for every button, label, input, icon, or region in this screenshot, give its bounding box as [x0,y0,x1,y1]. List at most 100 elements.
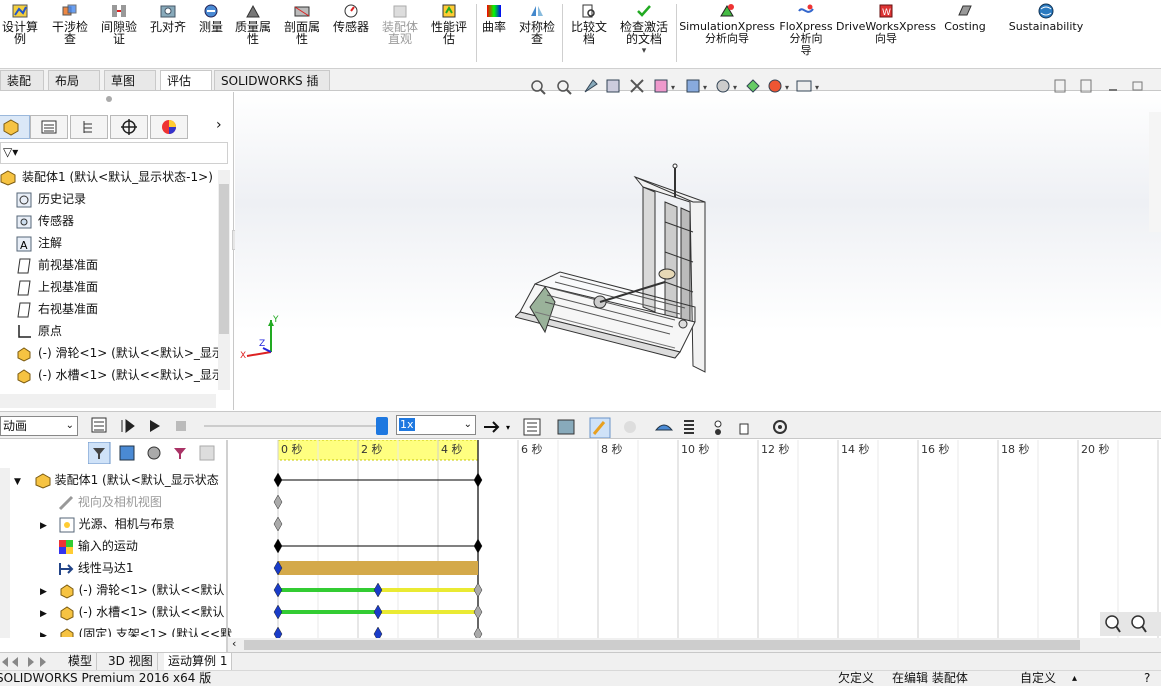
interference-detection-button[interactable]: 干涉检 查 [48,0,92,66]
chevron-down-icon[interactable]: ▾ [642,45,647,57]
playback-speed-select[interactable]: 1x ⌄ [396,415,476,435]
motion-row-imported-motion[interactable]: 输入的运动 [58,535,138,557]
timeline-tick-label[interactable]: 16 秒 [921,442,950,456]
component-motion-bar[interactable] [278,610,378,614]
keyframe[interactable] [273,626,283,638]
tab-assembly[interactable]: 装配体 [0,70,44,108]
timeline-tick-label[interactable]: 6 秒 [521,442,543,456]
view-toolbar-icons[interactable]: ▾ ▾ ▾ ▾ ▾ [527,76,897,98]
simulationxpress-button[interactable]: SimulationXpress 分析向导 [679,0,775,66]
driveworksxpress-button[interactable]: W DriveWorksXpress 向导 [836,0,936,66]
tree-filter[interactable]: ▽▾ [0,142,228,164]
timeline-tick-label[interactable]: 18 秒 [1001,442,1030,456]
performance-evaluation-button[interactable]: 性能评 估 [426,0,472,66]
hole-alignment-button[interactable]: 孔对齐 [146,0,190,66]
tab-evaluate[interactable]: 评估 [160,70,212,90]
mass-properties-button[interactable]: 质量属 性 [230,0,276,66]
keyframe[interactable] [473,604,483,620]
study-type-select[interactable]: 动画 ⌄ [0,416,78,436]
tree-item-pulley[interactable]: (-) 滑轮<1> (默认<<默认>_显示 [16,343,224,363]
component-motion-bar[interactable] [378,610,478,614]
feature-manager-tab[interactable] [0,115,30,139]
expand-icon[interactable]: ▶ [40,521,47,531]
timeline-horizontal-scrollbar[interactable]: ‹ [228,637,1161,652]
tree-item-sink[interactable]: (-) 水槽<1> (默认<<默认>_显示 [16,365,224,385]
symmetry-check-button[interactable]: 对称检 查 [514,0,560,66]
timeline-tick-label[interactable]: 12 秒 [761,442,790,456]
tab-motion-study-1[interactable]: 运动算例 1 [164,653,233,670]
panel-grip-icon[interactable] [106,96,112,102]
section-properties-button[interactable]: 剖面属 性 [280,0,324,66]
chevron-right-icon[interactable]: › [216,117,222,133]
tree-scrollbar[interactable] [218,170,230,390]
measure-button[interactable]: 测量 [194,0,228,66]
motion-row-linear-motor[interactable]: 线性马达1 [58,557,133,579]
motion-row-bracket[interactable]: ▶ (固定) 支架<1> (默认<<默 [40,623,232,637]
timeline-filter-icons[interactable] [88,442,228,464]
keyframe[interactable] [273,604,283,620]
sensor-button[interactable]: 传感器 [328,0,374,66]
status-units[interactable]: 自定义 [1020,671,1056,686]
motion-row-assembly[interactable]: ▼ 装配体1 (默认<默认_显示状态 [14,469,219,491]
tree-horizontal-scrollbar[interactable] [0,394,216,408]
tab-sketch[interactable]: 草图 [104,70,156,90]
assembly-visualization-button[interactable]: 装配体 直观 [378,0,422,66]
motion-row-sink[interactable]: ▶ (-) 水槽<1> (默认<<默认 [40,601,224,623]
sustainability-button[interactable]: Sustainability [1004,0,1088,66]
help-icon[interactable]: ? [1144,671,1150,686]
keyframe[interactable] [473,626,483,638]
timeline-tick-label[interactable]: 14 秒 [841,442,870,456]
configuration-manager-tab[interactable] [70,115,108,139]
motion-tree-scrollbar[interactable] [0,468,10,638]
assembly-3d-model[interactable] [515,162,735,377]
keyframe[interactable] [273,538,283,554]
timeline-tick-label[interactable]: 20 秒 [1081,442,1110,456]
timeline-tick-label[interactable]: 8 秒 [601,442,623,456]
timeline-svg[interactable]: 0 秒 2 秒 4 秒 6 秒 8 秒 10 秒 12 秒 14 秒 16 秒 18 秒 20 秒 [228,440,1161,638]
expand-icon[interactable]: ▶ [40,631,47,637]
costing-button[interactable]: Costing [940,0,990,66]
tree-item-top-plane[interactable]: 上视基准面 [16,277,98,297]
keyframe[interactable] [273,582,283,598]
display-manager-tab[interactable] [150,115,188,139]
playback-slider-thumb[interactable] [376,417,388,435]
graphics-viewport[interactable]: ▾ ▾ ▾ ▾ ▾ X Y Z [235,79,1161,410]
tab-scroll-icons[interactable] [0,655,58,669]
viewport-task-pane-tab[interactable] [1149,112,1161,232]
linear-motor-bar[interactable] [278,561,478,575]
expand-icon[interactable]: ▶ [40,609,47,619]
tab-3d-views[interactable]: 3D 视图 [104,653,158,670]
tree-item-history[interactable]: 历史记录 [16,189,86,209]
motion-tools-icons[interactable]: ▾ [482,416,798,438]
tree-item-sensors[interactable]: 传感器 [16,211,74,231]
keyframe[interactable] [373,626,383,638]
tree-item-annotations[interactable]: A 注解 [16,233,62,253]
keyframe[interactable] [273,472,283,488]
property-manager-tab[interactable] [30,115,68,139]
design-study-button[interactable]: 设计算 例 [0,0,40,66]
timeline-tick-label[interactable]: 10 秒 [681,442,710,456]
tab-model[interactable]: 模型 [64,653,98,670]
tab-solidworks-addins[interactable]: SOLIDWORKS 插件 [214,70,330,108]
expand-icon[interactable]: ▶ [40,587,47,597]
keyframe[interactable] [373,582,383,598]
keyframe[interactable] [273,516,283,532]
keyframe[interactable] [473,582,483,598]
playback-slider-track[interactable] [204,425,382,427]
expand-icon[interactable]: ▼ [14,477,21,487]
compare-documents-button[interactable]: 比较文 档 [566,0,612,66]
chevron-left-icon[interactable]: ‹ [232,637,236,650]
tree-item-front-plane[interactable]: 前视基准面 [16,255,98,275]
timeline-graph[interactable]: 0 秒 2 秒 4 秒 6 秒 8 秒 10 秒 12 秒 14 秒 16 秒 18 秒 20 秒 [228,440,1161,638]
curvature-button[interactable]: 曲率 [478,0,510,66]
keyframe[interactable] [373,604,383,620]
status-editing[interactable]: 在编辑 装配体 [892,671,968,686]
floxpress-button[interactable]: FloXpress 分析向 导 [778,0,834,66]
timeline-tick-label[interactable]: 2 秒 [361,442,383,456]
keyframe[interactable] [473,472,483,488]
window-control-icons[interactable] [1053,78,1161,98]
dimxpert-tab[interactable] [110,115,148,139]
timeline-tick-label[interactable]: 0 秒 [281,442,303,456]
motion-row-pulley[interactable]: ▶ (-) 滑轮<1> (默认<<默认 [40,579,224,601]
tree-item-right-plane[interactable]: 右视基准面 [16,299,98,319]
